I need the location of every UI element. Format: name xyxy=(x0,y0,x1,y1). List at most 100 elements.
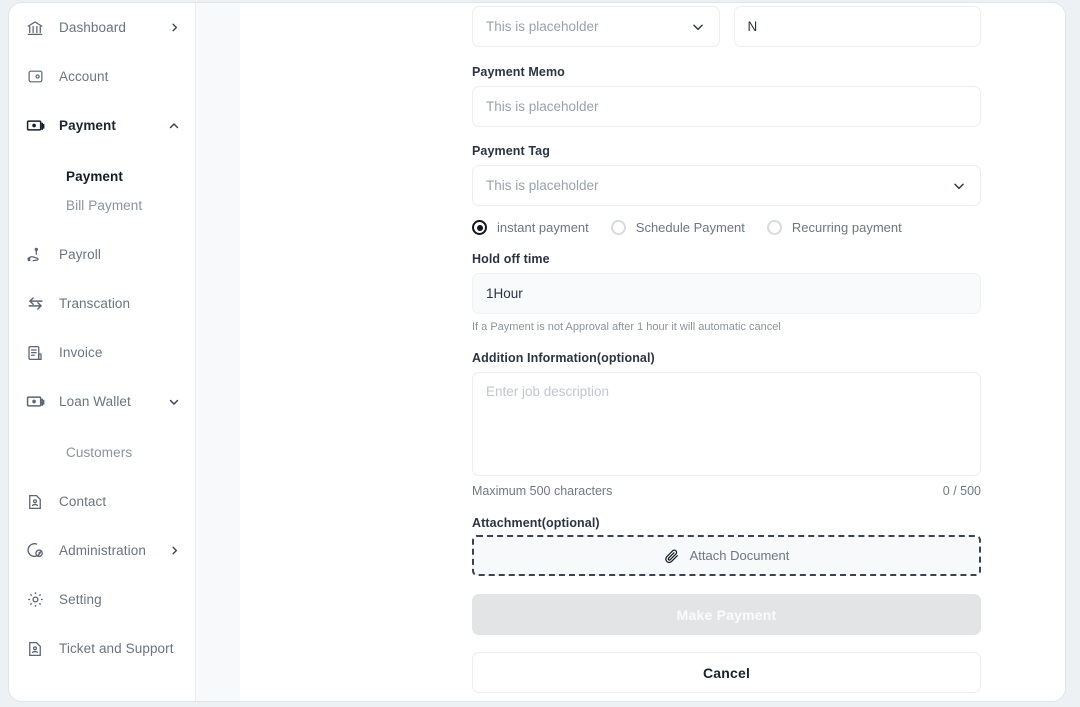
attachment-field: Attachment(optional) Attach Document xyxy=(472,516,981,576)
gear-icon xyxy=(25,590,45,610)
sidebar-item-account[interactable]: Account xyxy=(9,52,195,101)
invoice-icon xyxy=(25,343,45,363)
app-root: Dashboard Account Payment Payment Bill P… xyxy=(0,0,1080,707)
sidebar-item-label: Dashboard xyxy=(59,20,126,35)
attachment-label: Attachment(optional) xyxy=(472,516,600,530)
cancel-label: Cancel xyxy=(702,664,751,681)
banknote-icon xyxy=(25,116,45,136)
no-chevron xyxy=(167,593,181,607)
chevron-down-icon[interactable] xyxy=(690,19,706,35)
loan-wallet-submenu: Customers xyxy=(9,426,195,477)
radio-schedule-payment[interactable]: Schedule Payment xyxy=(610,220,745,235)
sidebar-item-administration[interactable]: Administration xyxy=(9,526,195,575)
form-actions: Make Payment Cancel xyxy=(472,594,981,693)
payroll-hand-icon xyxy=(25,245,45,265)
sidebar-item-payroll[interactable]: Payroll xyxy=(9,230,195,279)
contact-card-icon xyxy=(25,492,45,512)
sidebar-subitem-label: Payment xyxy=(66,169,123,184)
chevron-down-icon[interactable] xyxy=(951,178,967,194)
radio-instant-payment[interactable]: instant payment xyxy=(472,220,589,235)
radio-indicator xyxy=(472,220,487,235)
attach-document-dropzone[interactable]: Attach Document xyxy=(472,535,981,576)
no-chevron xyxy=(167,248,181,262)
payment-type-radio-group: instant payment Schedule Payment Recurri… xyxy=(472,220,981,235)
sidebar-item-label: Setting xyxy=(59,592,102,607)
no-chevron xyxy=(167,297,181,311)
main-content: This is placeholder N Payment Memo This … xyxy=(240,3,1065,701)
addition-information-field: Addition Information(optional) Enter job… xyxy=(472,351,981,498)
sidebar-item-label: Invoice xyxy=(59,345,103,360)
payment-tag-field: Payment Tag This is placeholder xyxy=(472,144,981,206)
bank-icon xyxy=(25,18,45,38)
sidebar-item-loan-wallet[interactable]: Loan Wallet xyxy=(9,377,195,426)
app-shell: Dashboard Account Payment Payment Bill P… xyxy=(8,2,1066,702)
sidebar-subitem-customers[interactable]: Customers xyxy=(9,438,195,467)
addition-information-placeholder: Enter job description xyxy=(486,384,610,399)
sidebar-item-contact[interactable]: Contact xyxy=(9,477,195,526)
top-text-input[interactable]: N xyxy=(733,6,981,47)
payment-tag-select[interactable]: This is placeholder xyxy=(472,165,981,206)
top-text-input-value: N xyxy=(747,19,758,34)
sidebar-subitem-bill-payment[interactable]: Bill Payment xyxy=(9,191,195,220)
payment-memo-placeholder: This is placeholder xyxy=(486,99,599,114)
sidebar-item-label: Contact xyxy=(59,494,107,509)
sidebar-item-ticket-and-support[interactable]: Ticket and Support xyxy=(9,624,195,673)
no-chevron xyxy=(167,495,181,509)
sidebar-item-label: Ticket and Support xyxy=(59,641,174,656)
hold-off-time-select[interactable]: 1Hour xyxy=(472,273,981,314)
sidebar-item-setting[interactable]: Setting xyxy=(9,575,195,624)
hold-off-time-label: Hold off time xyxy=(472,252,550,266)
make-payment-button[interactable]: Make Payment xyxy=(472,594,981,635)
payment-tag-placeholder: This is placeholder xyxy=(486,178,599,193)
addition-information-textarea[interactable]: Enter job description xyxy=(472,372,981,476)
no-chevron xyxy=(174,642,188,656)
payment-memo-field: Payment Memo This is placeholder xyxy=(472,65,981,127)
sidebar-subitem-payment[interactable]: Payment xyxy=(9,162,195,191)
radio-label: Schedule Payment xyxy=(635,220,745,235)
payment-submenu: Payment Bill Payment xyxy=(9,150,195,230)
top-select[interactable]: This is placeholder xyxy=(472,6,720,47)
banknote-icon xyxy=(25,392,45,412)
top-select-placeholder: This is placeholder xyxy=(486,19,599,34)
sidebar-item-invoice[interactable]: Invoice xyxy=(9,328,195,377)
addition-information-label: Addition Information(optional) xyxy=(472,351,655,365)
character-counter-row: Maximum 500 characters 0 / 500 xyxy=(472,484,981,498)
sidebar-item-label: Payment xyxy=(59,118,116,133)
cancel-button[interactable]: Cancel xyxy=(472,652,981,693)
hold-off-time-helper: If a Payment is not Approval after 1 hou… xyxy=(472,321,781,333)
payment-memo-input[interactable]: This is placeholder xyxy=(472,86,981,127)
attach-document-label: Attach Document xyxy=(689,548,790,563)
radio-recurring-payment[interactable]: Recurring payment xyxy=(766,220,902,235)
sidebar-item-label: Transcation xyxy=(59,296,131,311)
sidebar-item-transcation[interactable]: Transcation xyxy=(9,279,195,328)
no-chevron xyxy=(167,70,181,84)
payment-form: This is placeholder N Payment Memo This … xyxy=(472,3,981,693)
transfer-arrows-icon xyxy=(25,294,45,314)
radio-indicator xyxy=(610,220,626,235)
top-field-row: This is placeholder N xyxy=(472,6,981,47)
make-payment-label: Make Payment xyxy=(676,606,777,623)
no-chevron xyxy=(167,346,181,360)
paperclip-icon xyxy=(664,548,680,564)
chevron-right-icon[interactable] xyxy=(167,21,181,35)
hold-off-time-field: Hold off time 1Hour If a Payment is not … xyxy=(472,252,981,333)
radio-indicator xyxy=(766,220,782,235)
sidebar-item-label: Administration xyxy=(59,543,146,558)
sidebar-subitem-label: Bill Payment xyxy=(66,198,143,213)
chevron-up-icon[interactable] xyxy=(167,119,181,133)
sidebar-item-label: Account xyxy=(59,69,109,84)
ticket-icon xyxy=(25,639,45,659)
wallet-icon xyxy=(25,67,45,87)
character-counter: 0 / 500 xyxy=(942,484,981,498)
payment-memo-label: Payment Memo xyxy=(472,65,565,79)
chevron-down-icon[interactable] xyxy=(167,395,181,409)
sidebar-item-dashboard[interactable]: Dashboard xyxy=(9,3,195,52)
chevron-right-icon[interactable] xyxy=(167,544,181,558)
payment-tag-label: Payment Tag xyxy=(472,144,550,158)
sidebar: Dashboard Account Payment Payment Bill P… xyxy=(9,3,196,701)
admin-shield-icon xyxy=(25,541,45,561)
radio-label: Recurring payment xyxy=(791,220,902,235)
radio-label: instant payment xyxy=(497,220,589,235)
sidebar-subitem-label: Customers xyxy=(66,445,133,460)
sidebar-item-payment[interactable]: Payment xyxy=(9,101,195,150)
